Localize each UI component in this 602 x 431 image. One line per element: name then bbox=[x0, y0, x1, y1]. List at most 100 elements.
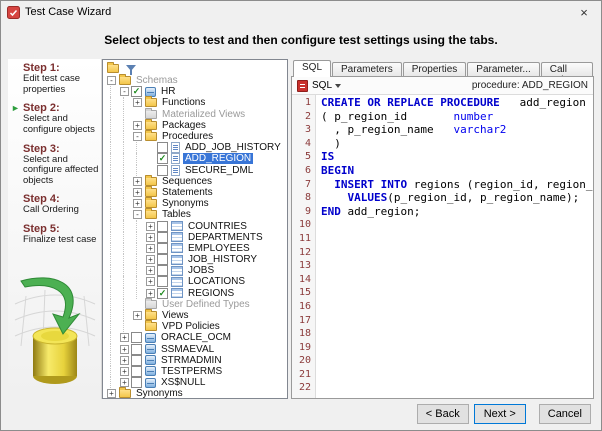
tab-sql[interactable]: SQL bbox=[293, 60, 332, 77]
checkbox[interactable] bbox=[157, 220, 168, 232]
expander-icon[interactable]: - bbox=[118, 87, 131, 97]
checkbox[interactable] bbox=[131, 332, 142, 344]
expander-icon[interactable]: - bbox=[131, 132, 144, 142]
tree-row-add-region[interactable]: ✓ ADD_REGION bbox=[105, 153, 287, 165]
tree-row-ssmaeval[interactable]: + SSMAEVAL bbox=[105, 343, 287, 355]
tree-label[interactable]: SSMAEVAL bbox=[159, 344, 216, 355]
expander-icon[interactable]: + bbox=[118, 344, 131, 354]
tree-label[interactable]: Packages bbox=[160, 120, 208, 131]
expander-icon[interactable]: + bbox=[144, 288, 157, 298]
tree-label[interactable]: ADD_REGION bbox=[183, 153, 254, 165]
checkbox[interactable] bbox=[157, 254, 168, 266]
checkbox[interactable] bbox=[157, 164, 168, 176]
expander-icon[interactable]: + bbox=[131, 98, 144, 108]
checkbox[interactable] bbox=[131, 343, 142, 355]
expander-icon[interactable]: + bbox=[105, 389, 118, 398]
tab-parameters[interactable]: Parameters bbox=[332, 62, 402, 77]
tree-label[interactable]: Statements bbox=[160, 187, 215, 198]
tree-row-oracle-ocm[interactable]: + ORACLE_OCM bbox=[105, 332, 287, 344]
expander-icon[interactable]: + bbox=[131, 199, 144, 209]
tree-label[interactable]: EMPLOYEES bbox=[186, 243, 252, 254]
tree-row-countries[interactable]: + COUNTRIES bbox=[105, 220, 287, 232]
tree-row-vpd-policies[interactable]: VPD Policies bbox=[105, 320, 287, 333]
tree-row-procedures[interactable]: - Procedures bbox=[105, 130, 287, 143]
sql-script-icon[interactable] bbox=[297, 79, 308, 92]
tree-row-synonyms[interactable]: + Synonyms bbox=[105, 387, 287, 398]
tree-label[interactable]: JOB_HISTORY bbox=[186, 254, 259, 265]
expander-icon[interactable]: + bbox=[131, 120, 144, 130]
tree-row-departments[interactable]: + DEPARTMENTS bbox=[105, 231, 287, 244]
tab-properties[interactable]: Properties bbox=[402, 62, 467, 77]
tree-row-schemas[interactable]: - Schemas bbox=[105, 74, 287, 86]
tree-label[interactable]: Materialized Views bbox=[160, 109, 247, 120]
tree-row-views[interactable]: + Views bbox=[105, 309, 287, 322]
tree-label[interactable]: Functions bbox=[160, 97, 207, 108]
next-button[interactable]: Next > bbox=[473, 404, 526, 424]
expander-icon[interactable]: - bbox=[105, 76, 118, 86]
tree-label[interactable]: JOBS bbox=[186, 265, 216, 276]
expander-icon[interactable]: + bbox=[144, 221, 157, 231]
tree-row-hr[interactable]: - ✓ HR bbox=[105, 86, 287, 98]
tab-call-values[interactable]: Call Values bbox=[540, 62, 593, 86]
tree-label[interactable]: REGIONS bbox=[186, 288, 236, 299]
tree-label[interactable]: Tables bbox=[160, 209, 193, 220]
tree-label[interactable]: Sequences bbox=[160, 176, 214, 187]
tree-label[interactable]: XS$NULL bbox=[159, 377, 207, 388]
checkbox[interactable] bbox=[131, 377, 142, 389]
expander-icon[interactable]: + bbox=[118, 333, 131, 343]
checkbox[interactable] bbox=[157, 142, 168, 154]
tree-row-regions[interactable]: + ✓ REGIONS bbox=[105, 287, 287, 299]
tree-row-packages[interactable]: + Packages bbox=[105, 118, 287, 132]
tree-label[interactable]: LOCATIONS bbox=[186, 276, 247, 287]
tree-label[interactable]: Synonyms bbox=[160, 198, 211, 209]
checkbox[interactable]: ✓ bbox=[157, 287, 168, 299]
tree-label[interactable]: HR bbox=[159, 86, 177, 97]
close-icon[interactable]: × bbox=[567, 1, 601, 23]
tree-row-locations[interactable]: + LOCATIONS bbox=[105, 276, 287, 288]
tree-label[interactable]: Views bbox=[160, 310, 191, 321]
tree-row-job-history[interactable]: + JOB_HISTORY bbox=[105, 254, 287, 266]
sql-view-dropdown[interactable]: SQL bbox=[312, 80, 342, 91]
code-area[interactable]: CREATE OR REPLACE PROCEDURE add_region( … bbox=[316, 95, 593, 398]
tree-label[interactable]: Procedures bbox=[160, 131, 215, 142]
tree-label[interactable]: TESTPERMS bbox=[159, 366, 224, 377]
cancel-button[interactable]: Cancel bbox=[538, 404, 591, 424]
tree-row-xs-null[interactable]: + XS$NULL bbox=[105, 377, 287, 389]
checkbox[interactable] bbox=[157, 231, 168, 243]
tree-row-synonyms[interactable]: + Synonyms bbox=[105, 197, 287, 210]
folder-icon[interactable] bbox=[107, 61, 119, 73]
tree-row-secure-dml[interactable]: SECURE_DML bbox=[105, 164, 287, 176]
expander-icon[interactable]: - bbox=[131, 210, 144, 220]
tree-label[interactable]: User Defined Types bbox=[160, 299, 252, 310]
tree-label[interactable]: SECURE_DML bbox=[183, 165, 255, 176]
code-editor[interactable]: 1 2 3 4 5 6 7 8 9 10 11 12 13 14 15 16 17 18 19 20 21 22 CREA… bbox=[292, 95, 593, 398]
tree-row-tables[interactable]: - Tables bbox=[105, 208, 287, 221]
expander-icon[interactable]: + bbox=[131, 176, 144, 186]
checkbox[interactable]: ✓ bbox=[157, 153, 168, 165]
tree-row-statements[interactable]: + Statements bbox=[105, 185, 287, 199]
checkbox[interactable] bbox=[131, 365, 142, 377]
tree-row-materialized-views[interactable]: Materialized Views bbox=[105, 107, 287, 120]
expander-icon[interactable]: + bbox=[144, 255, 157, 265]
tree-row-sequences[interactable]: + Sequences bbox=[105, 174, 287, 188]
checkbox[interactable] bbox=[157, 265, 168, 277]
expander-icon[interactable]: + bbox=[131, 311, 144, 321]
tree-row-user-defined-types[interactable]: User Defined Types bbox=[105, 297, 287, 311]
tree-row-add-job-history[interactable]: ADD_JOB_HISTORY bbox=[105, 142, 287, 154]
expander-icon[interactable]: + bbox=[144, 277, 157, 287]
tree-row-functions[interactable]: + Functions bbox=[105, 96, 287, 109]
expander-icon[interactable]: + bbox=[144, 232, 157, 242]
tree-label[interactable]: Schemas bbox=[134, 75, 180, 86]
expander-icon[interactable]: + bbox=[131, 187, 144, 197]
back-button[interactable]: < Back bbox=[416, 404, 469, 424]
checkbox[interactable] bbox=[131, 354, 142, 366]
tree-label[interactable]: VPD Policies bbox=[160, 321, 222, 332]
tree-label[interactable]: ORACLE_OCM bbox=[159, 332, 233, 343]
checkbox[interactable]: ✓ bbox=[131, 86, 142, 98]
filter-icon[interactable] bbox=[126, 65, 136, 75]
tree-label[interactable]: COUNTRIES bbox=[186, 221, 249, 232]
tree-label[interactable]: ADD_JOB_HISTORY bbox=[183, 142, 283, 153]
tree-row-testperms[interactable]: + TESTPERMS bbox=[105, 365, 287, 378]
expander-icon[interactable]: + bbox=[144, 243, 157, 253]
expander-icon[interactable]: + bbox=[118, 366, 131, 376]
